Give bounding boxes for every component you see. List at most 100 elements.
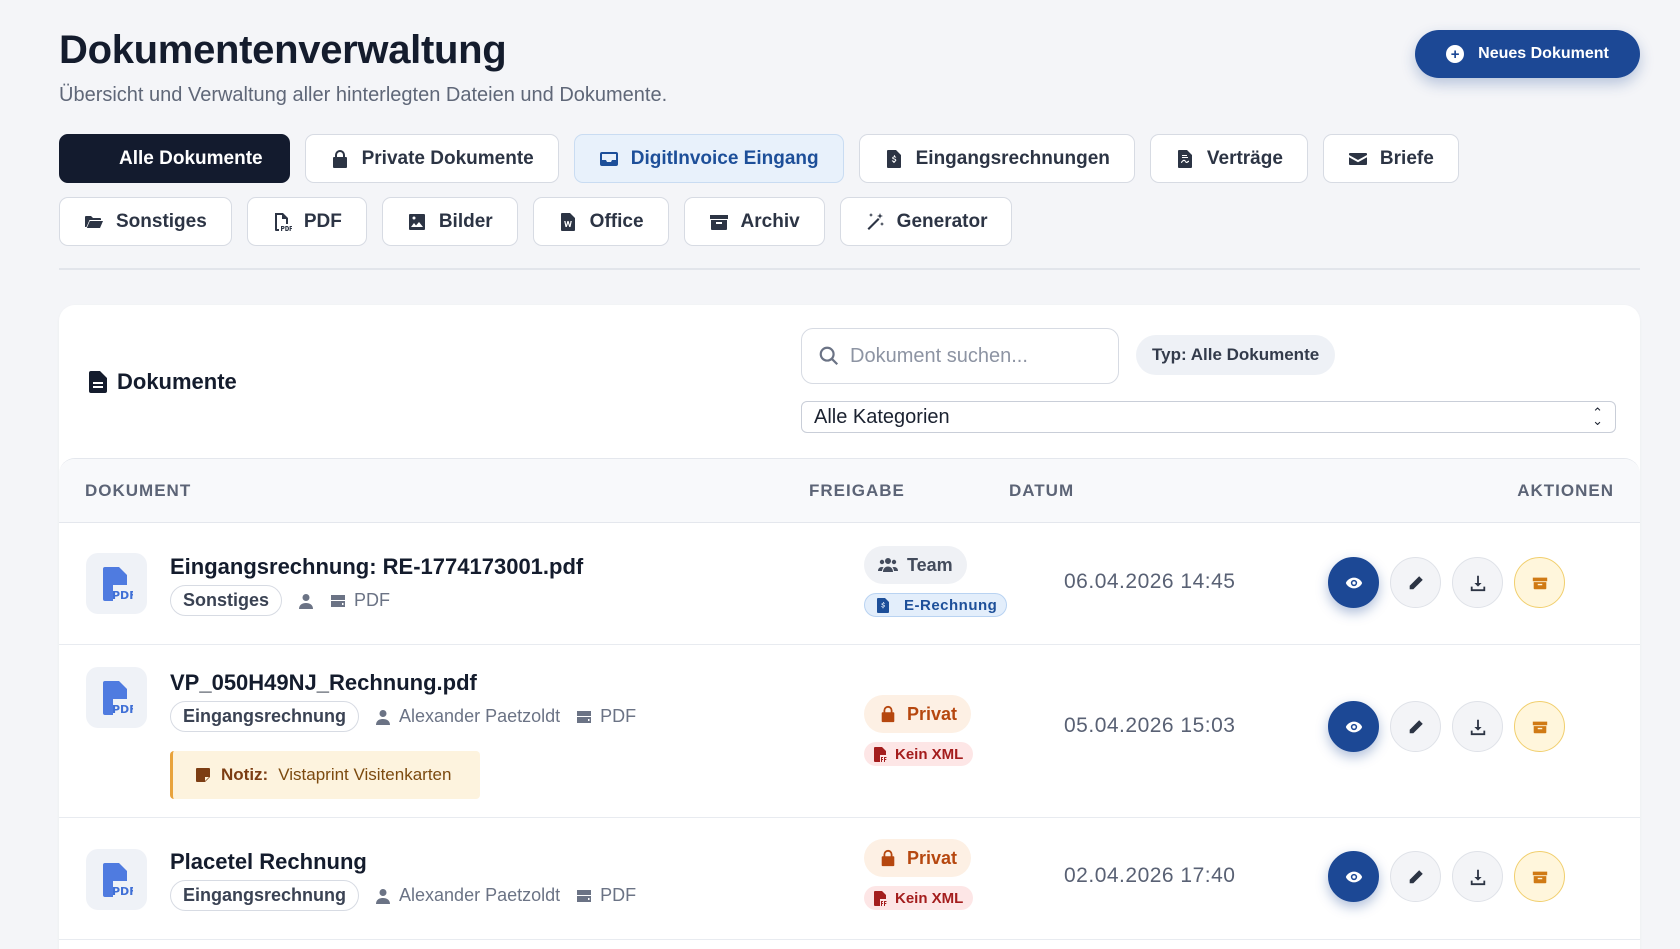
- owner-name: Alexander Paetzoldt: [399, 885, 561, 905]
- folder-open-icon: [85, 215, 103, 228]
- note-label: Notiz:: [221, 765, 269, 784]
- eye-icon: [1345, 577, 1362, 588]
- new-document-label: Neues Dokument: [1478, 45, 1609, 62]
- row-actions: [1328, 557, 1565, 608]
- view-button[interactable]: [1328, 557, 1379, 608]
- document-date: 02.04.2026 17:40: [1064, 864, 1236, 887]
- tab-label: Office: [589, 210, 644, 232]
- lock-icon: [332, 149, 347, 168]
- document-note: Notiz: Vistaprint Visitenkarten: [170, 751, 480, 799]
- new-document-button[interactable]: + Neues Dokument: [1415, 30, 1640, 78]
- plus-circle-icon: +: [1446, 45, 1465, 63]
- view-button[interactable]: [1328, 701, 1379, 752]
- category-tabs-row-1: Alle Dokumente Private Dokumente DigitIn…: [59, 134, 1459, 183]
- tab-eingangsrechnungen[interactable]: Eingangsrechnungen: [858, 134, 1135, 183]
- svg-text:PDF: PDF: [112, 885, 133, 897]
- category-select[interactable]: Alle Kategorien ⌃ ⌄: [801, 401, 1616, 433]
- tab-sonstiges[interactable]: Sonstiges: [59, 197, 232, 246]
- file-icon: [89, 371, 107, 393]
- category-chip: Sonstiges: [170, 585, 283, 616]
- inbox-icon: [599, 151, 618, 166]
- owner: Alexander Paetzoldt: [375, 885, 560, 906]
- tab-bilder[interactable]: Bilder: [381, 197, 518, 246]
- download-button[interactable]: [1452, 557, 1503, 608]
- users-icon: [878, 558, 898, 572]
- download-icon: [1470, 575, 1485, 591]
- pencil-icon: [1409, 575, 1423, 589]
- tab-alle-dokumente[interactable]: Alle Dokumente: [59, 134, 290, 183]
- archive-icon: [709, 214, 728, 230]
- envelope-icon: [1348, 152, 1367, 165]
- format: PDF: [330, 590, 390, 611]
- user-icon: [376, 709, 391, 725]
- edit-button[interactable]: [1390, 557, 1441, 608]
- pdf-file-icon: PDF: [86, 849, 147, 910]
- archive-button[interactable]: [1514, 557, 1565, 608]
- category-chip: Eingangsrechnung: [170, 880, 360, 911]
- download-button[interactable]: [1452, 701, 1503, 752]
- table-row[interactable]: PDF Eingangsrechnung: RE-1774173001.pdf …: [59, 523, 1640, 645]
- archive-icon: [1532, 871, 1547, 883]
- tab-label: DigitInvoice Eingang: [630, 147, 819, 169]
- column-header-dokument: DOKUMENT: [85, 481, 192, 500]
- document-date: 05.04.2026 15:03: [1064, 714, 1236, 737]
- badge-label: E-Rechnung: [904, 596, 998, 614]
- format-label: PDF: [354, 590, 391, 610]
- edit-button[interactable]: [1390, 851, 1441, 902]
- document-search-input[interactable]: [850, 344, 1110, 368]
- archive-button[interactable]: [1514, 851, 1565, 902]
- document-name[interactable]: Eingangsrechnung: RE-1774173001.pdf: [170, 554, 583, 580]
- documents-card-title: Dokumente: [89, 369, 237, 395]
- format: PDF: [576, 706, 636, 727]
- badge-label: Kein XML: [895, 745, 964, 763]
- column-header-datum: DATUM: [1009, 481, 1075, 500]
- tab-office[interactable]: Office: [532, 197, 669, 246]
- tab-label: Sonstiges: [116, 210, 207, 232]
- share-status-private: Privat: [864, 839, 972, 877]
- owner-name: Alexander Paetzoldt: [399, 706, 561, 726]
- archive-icon: [1532, 721, 1547, 733]
- pdf-file-icon: PDF: [86, 667, 147, 728]
- column-header-aktionen: AKTIONEN: [1517, 481, 1614, 500]
- word-file-icon: [560, 212, 575, 231]
- note-text: Vistaprint Visitenkarten: [278, 765, 452, 784]
- user-icon: [376, 888, 391, 904]
- tab-label: Generator: [896, 210, 988, 232]
- archive-icon: [1532, 577, 1547, 589]
- storage-icon: [577, 710, 592, 723]
- edit-button[interactable]: [1390, 701, 1441, 752]
- no-xml-badge: Kein XML: [864, 886, 974, 910]
- tab-archiv[interactable]: Archiv: [683, 197, 825, 246]
- view-button[interactable]: [1328, 851, 1379, 902]
- lock-icon: [881, 705, 895, 723]
- pdf-icon: [874, 746, 887, 762]
- table-row[interactable]: PDF VP_050H49NJ_Rechnung.pdf Eingangsrec…: [59, 645, 1640, 818]
- tab-digitinvoice-eingang[interactable]: DigitInvoice Eingang: [573, 134, 844, 183]
- document-name[interactable]: VP_050H49NJ_Rechnung.pdf: [170, 670, 477, 696]
- share-status-team: Team: [864, 546, 967, 584]
- download-button[interactable]: [1452, 851, 1503, 902]
- tab-private-dokumente[interactable]: Private Dokumente: [304, 134, 559, 183]
- share-status-private: Privat: [864, 695, 972, 733]
- contract-icon: [1177, 149, 1192, 168]
- owner: Alexander Paetzoldt: [375, 706, 560, 727]
- tab-label: Archiv: [740, 210, 800, 232]
- table-row[interactable]: PDF Placetel Rechnung Eingangsrechnung A…: [59, 818, 1640, 940]
- tab-vertraege[interactable]: Verträge: [1149, 134, 1308, 183]
- svg-text:PDF: PDF: [112, 703, 133, 715]
- tab-label: Private Dokumente: [361, 147, 534, 169]
- pdf-file-icon: PDF: [86, 553, 147, 614]
- divider: [59, 268, 1640, 270]
- document-search-field[interactable]: [801, 328, 1119, 384]
- tab-generator[interactable]: Generator: [839, 197, 1013, 246]
- share-label: Privat: [907, 847, 958, 868]
- archive-button[interactable]: [1514, 701, 1565, 752]
- document-name[interactable]: Placetel Rechnung: [170, 849, 367, 875]
- tab-pdf[interactable]: PDF: [246, 197, 367, 246]
- document-meta: Sonstiges PDF: [170, 585, 390, 616]
- tab-briefe[interactable]: Briefe: [1322, 134, 1459, 183]
- storage-icon: [331, 594, 346, 607]
- select-arrows-icon: ⌃ ⌄: [1592, 405, 1603, 428]
- image-icon: [408, 213, 425, 230]
- type-filter-pill[interactable]: Typ: Alle Dokumente: [1136, 335, 1336, 375]
